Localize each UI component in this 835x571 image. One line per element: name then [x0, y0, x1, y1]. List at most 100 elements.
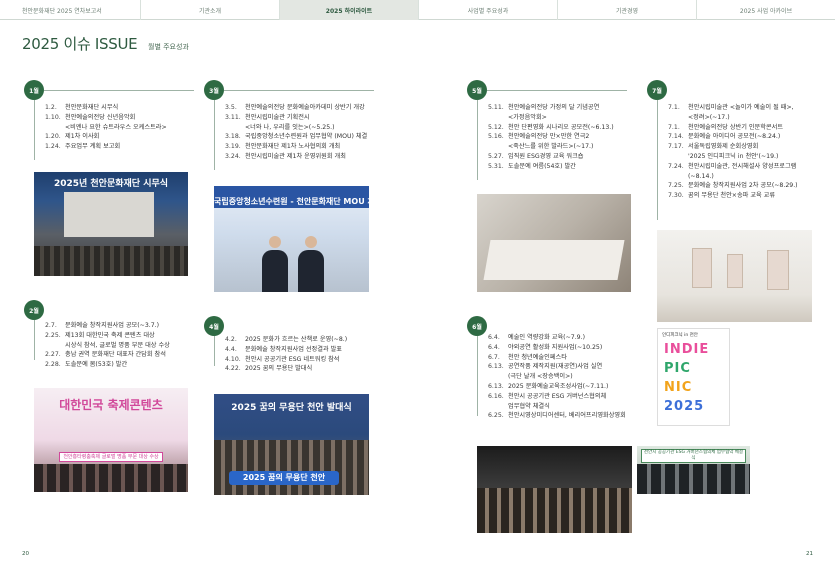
photo-new-year-ceremony: 2025년 천안문화재단 시무식: [34, 172, 188, 276]
poster-line: 2025: [664, 399, 705, 414]
poster-line: PIC: [664, 361, 691, 376]
entry-list-january: 1.2. 천안문화재단 시무식 1.10. 천안예술의전당 신년음악회 <비엔나 요…: [45, 103, 167, 152]
photo-person: [298, 250, 324, 292]
list-item: 7.24. 천안시립미술관, 전시해설사 양성프로그램: [668, 162, 797, 170]
poster-line: NIC: [664, 380, 693, 395]
photo-art-exhibition: [657, 230, 812, 322]
list-item: <죽산느를 위한 발라드>(~17.): [508, 143, 594, 151]
photo-banner-text: 2025년 천안문화재단 시무식: [53, 179, 169, 189]
nav-tab-about[interactable]: 기관소개: [140, 0, 279, 20]
list-item: 시상식 참석, 글로벌 명품 부문 대상 수상: [65, 341, 170, 349]
timeline-line: [44, 90, 194, 91]
list-item: 업무협약 체결식: [508, 402, 550, 410]
timeline-line: [34, 100, 35, 160]
list-item: 2.27. 충남 권역 문화재단 대표자 간담회 참석: [45, 351, 166, 359]
list-item: 1.2. 천안문화재단 시무식: [45, 104, 119, 111]
list-item: 1.20. 제1차 이사회: [45, 133, 100, 141]
nav-report-title[interactable]: 천안문화재단 2025 연차보고서: [0, 0, 140, 20]
list-item: 4.22. 2025 꿈의 무용단 발대식: [225, 365, 313, 373]
photo-audience: [34, 246, 188, 276]
list-item: 3.11. 천안시립미술관 기획전시: [225, 113, 310, 121]
photo-youth-festa: [477, 446, 632, 533]
entry-list-july: 7.1. 천안시립미술관 <놀이가 예술이 될 때>, <정려>(~17.) 7.…: [668, 103, 798, 201]
photo-people: [214, 440, 369, 495]
entry-list-february: 2.7. 문화예술 창작지원사업 공모(~3.7.) 2.25. 제13회 대한민국…: [45, 321, 170, 370]
top-navigation: 천안문화재단 2025 연차보고서 기관소개 2025 하이라이트 사업별 주요…: [0, 0, 835, 20]
photo-banner-text: 천안시 공공기관 ESG 거버넌스협의체 업무협약 체결식: [641, 449, 746, 463]
badge-april: 4월: [204, 316, 224, 336]
timeline-line: [477, 100, 478, 180]
list-item: 5.16. 천안예술의전당 만×만한 연극2: [488, 133, 590, 141]
photo-table: [483, 240, 625, 280]
nav-tab-archive[interactable]: 2025 사업 아카이브: [696, 0, 835, 20]
badge-february: 2월: [24, 300, 44, 320]
entry-list-april: 4.2. 2025 문화가 흐르는 산책로 운영(~8.) 4.4. 문화예술 창작…: [225, 335, 347, 374]
list-item: 5.12. 천안 단편영화 시나리오 공모전(~6.13.): [488, 123, 614, 131]
list-item: 6.13. 2025 문화예술교육조성사업(~7.11.): [488, 382, 609, 390]
badge-june: 6월: [467, 316, 487, 336]
list-item: 5.27. 임직원 ESG경영 교육 워크숍: [488, 152, 584, 160]
timeline-line: [214, 336, 215, 366]
badge-march: 3월: [204, 80, 224, 100]
list-item: 6.13. 공연작품 제작지원(재공연)사업 실연: [488, 363, 603, 371]
timeline-line: [34, 320, 35, 360]
list-item: <비엔나 요한 슈트라우스 오케스트라>: [65, 123, 167, 131]
list-item: (극단 날개 <장승백이>): [508, 373, 573, 381]
photo-people: [34, 464, 188, 492]
page-number-right: 21: [806, 551, 813, 557]
list-item: 5.31. 도솔문예 여름(54호) 발간: [488, 162, 576, 170]
photo-artwork: [767, 250, 789, 290]
list-item: 2.7. 문화예술 창작지원사업 공모(~3.7.): [45, 322, 160, 329]
list-item: 3.19. 천안문화재단 제1차 노사협의회 개최: [225, 143, 341, 151]
list-item: '2025 인디피크닉 in 천안'(~19.): [688, 152, 779, 160]
list-item: 5.11. 천안예술의전당 가정의 달 기념공연: [488, 104, 600, 111]
photo-people: [477, 488, 632, 533]
nav-tab-management[interactable]: 기관경영: [557, 0, 696, 20]
photo-festival-title: 대한민국 축제콘텐츠: [59, 398, 163, 412]
photo-dance-launch: 2025 꿈의 무용단 천안 발대식 2025 꿈의 무용단 천안: [214, 394, 369, 495]
list-item: 2.28. 도솔문예 봄(53호) 발간: [45, 361, 128, 369]
page-title: 2025 이슈 ISSUE: [22, 35, 138, 53]
photo-indie-picnic-poster: 인디피크닉 in 천안 INDIE PIC NIC 2025: [657, 328, 730, 426]
timeline-line: [487, 90, 627, 91]
photo-board-text: 2025 꿈의 무용단 천안: [229, 471, 339, 485]
list-item: 7.1. 천안예술의전당 상반기 인문학콘서트: [668, 123, 784, 131]
photo-person-head: [269, 236, 281, 248]
entry-list-may: 5.11. 천안예술의전당 가정의 달 기념공연 <가정음악회> 5.12. 천안 …: [488, 103, 614, 172]
photo-person: [262, 250, 288, 292]
list-item: 6.16. 천안시 공공기관 ESG 거버넌스협의체: [488, 392, 607, 400]
list-item: 4.4. 문화예술 창작지원사업 선정결과 발표: [225, 345, 342, 353]
list-item: 4.2. 2025 문화가 흐르는 산책로 운영(~8.): [225, 336, 348, 343]
list-item: 1.24. 주요업무 계획 보고회: [45, 143, 121, 151]
list-item: 7.14. 문화예술 아이디어 공모전(~8.24.): [668, 133, 781, 141]
list-item: (~8.14.): [688, 172, 714, 180]
photo-banner-text: 2025 꿈의 무용단 천안 발대식: [231, 403, 352, 413]
photo-banner-text: 국립중앙청소년수련원 - 천안문화재단 MOU 체결: [214, 186, 369, 208]
page-number-left: 20: [22, 551, 29, 557]
list-item: 6.4. 예술인 역량강화 교육(~7.9.): [488, 334, 585, 341]
photo-mou-signing: 국립중앙청소년수련원 - 천안문화재단 MOU 체결: [214, 186, 369, 292]
photo-artwork: [692, 248, 712, 288]
list-item: 3.5. 천안예술의전당 문화예술아카데미 상반기 개강: [225, 104, 365, 111]
photo-people: [637, 464, 750, 494]
nav-tab-performance[interactable]: 사업별 주요성과: [418, 0, 557, 20]
timeline-line: [224, 90, 374, 91]
list-item: 7.25. 문화예술 창작지원사업 2차 공모(~8.29.): [668, 182, 798, 190]
photo-artwork: [727, 254, 743, 288]
list-item: 7.1. 천안시립미술관 <놀이가 예술이 될 때>,: [668, 104, 794, 111]
timeline-line: [477, 336, 478, 416]
list-item: 3.18. 국립중앙청소년수련원과 업무협약 (MOU) 체결: [225, 133, 368, 141]
nav-tab-highlights[interactable]: 2025 하이라이트: [279, 0, 418, 20]
list-item: 6.4. 야외공연 활성화 지원사업(~10.25): [488, 343, 603, 351]
poster-line: INDIE: [664, 342, 710, 357]
list-item: 6.25. 천안시영상미디어센터, 베리어프리영화상영회: [488, 412, 626, 420]
list-item: <가정음악회>: [508, 113, 547, 121]
list-item: 3.24. 천안시립미술관 제1차 운영위원회 개최: [225, 152, 346, 160]
photo-screen: [64, 192, 154, 237]
photo-festival-award: 대한민국 축제콘텐츠 천안흥타령춤축제 글로벌 명품 부문 대상 수상: [34, 388, 188, 492]
list-item: 7.30. 꿈의 무용단 천안×송파 교육 교류: [668, 192, 776, 200]
list-item: 1.10. 천안예술의전당 신년음악회: [45, 113, 136, 121]
badge-may: 5월: [467, 80, 487, 100]
timeline-line: [657, 100, 658, 220]
badge-january: 1월: [24, 80, 44, 100]
